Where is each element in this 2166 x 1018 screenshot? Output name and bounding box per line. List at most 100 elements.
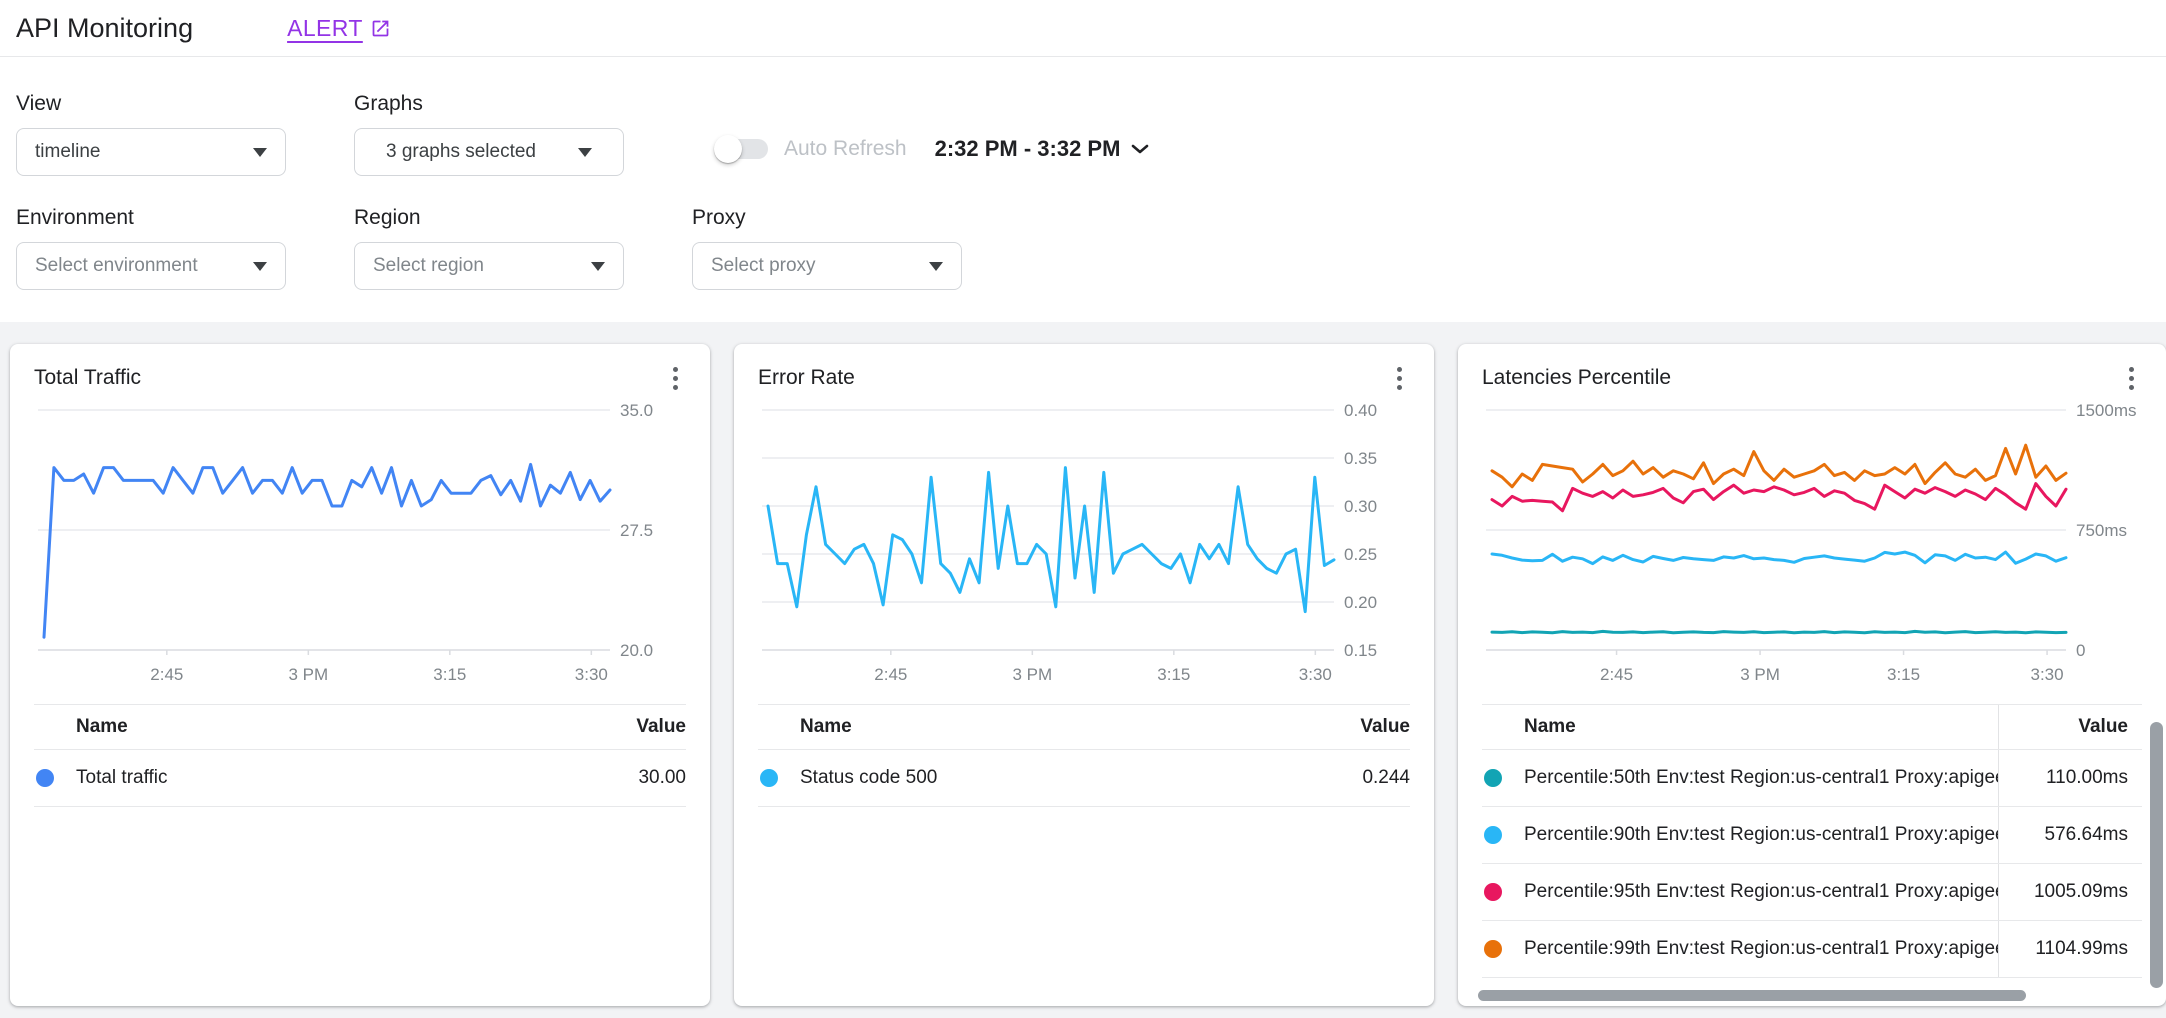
series-color-dot bbox=[1484, 826, 1502, 844]
chart-card-header: Total Traffic bbox=[34, 344, 686, 388]
series-name: Percentile:95th Env:test Region:us-centr… bbox=[1524, 881, 1998, 903]
caret-down-icon bbox=[253, 262, 267, 271]
graphs-select[interactable]: 3 graphs selected bbox=[354, 128, 624, 176]
proxy-label: Proxy bbox=[692, 206, 962, 230]
svg-text:3 PM: 3 PM bbox=[1740, 665, 1780, 684]
legend-table: NameValueStatus code 5000.244 bbox=[758, 704, 1410, 807]
chart-cards-row: Total Traffic35.027.520.02:453 PM3:153:3… bbox=[0, 322, 2166, 1018]
environment-field: Environment Select environment bbox=[16, 206, 286, 290]
svg-text:750ms: 750ms bbox=[2076, 521, 2127, 540]
legend-dot-cell bbox=[1482, 940, 1524, 958]
chart-title: Latencies Percentile bbox=[1482, 366, 1671, 390]
series-value: 110.00ms bbox=[1998, 750, 2142, 806]
series-value: 576.64ms bbox=[1998, 807, 2142, 863]
value-column-header: Value bbox=[1278, 716, 1410, 738]
svg-text:3:30: 3:30 bbox=[1299, 665, 1332, 684]
table-row: Status code 5000.244 bbox=[758, 750, 1410, 807]
legend-dot-cell bbox=[1482, 883, 1524, 901]
refresh-time-group: Auto Refresh 2:32 PM - 3:32 PM bbox=[716, 125, 1149, 173]
series-color-dot bbox=[1484, 883, 1502, 901]
graphs-label: Graphs bbox=[354, 92, 624, 116]
caret-down-icon bbox=[253, 148, 267, 157]
svg-text:3 PM: 3 PM bbox=[1012, 665, 1052, 684]
legend-table-header: NameValue bbox=[758, 704, 1410, 750]
region-select-placeholder: Select region bbox=[373, 255, 484, 277]
caret-down-icon bbox=[578, 148, 592, 157]
app-header: API Monitoring ALERT bbox=[0, 0, 2166, 57]
chart-card-header: Error Rate bbox=[758, 344, 1410, 388]
kebab-menu-button[interactable] bbox=[665, 361, 686, 396]
proxy-select-placeholder: Select proxy bbox=[711, 255, 816, 277]
chart-title: Total Traffic bbox=[34, 366, 141, 390]
chart-card: Error Rate0.400.350.300.250.200.152:453 … bbox=[734, 344, 1434, 1006]
vertical-scrollbar[interactable] bbox=[2150, 722, 2163, 988]
series-value: 0.244 bbox=[1278, 767, 1410, 789]
svg-text:0.40: 0.40 bbox=[1344, 401, 1377, 420]
svg-text:3:30: 3:30 bbox=[575, 665, 608, 684]
value-column-header: Value bbox=[1998, 705, 2142, 749]
legend-table: NameValuePercentile:50th Env:test Region… bbox=[1482, 704, 2142, 978]
series-value: 1005.09ms bbox=[1998, 864, 2142, 920]
legend-dot-cell bbox=[758, 769, 800, 787]
series-value: 1104.99ms bbox=[1998, 921, 2142, 977]
environment-select[interactable]: Select environment bbox=[16, 242, 286, 290]
filter-row-1: View timeline Graphs 3 graphs selected A… bbox=[16, 92, 2150, 176]
line-chart: 35.027.520.02:453 PM3:153:30 bbox=[34, 398, 686, 698]
svg-text:3:15: 3:15 bbox=[1157, 665, 1190, 684]
horizontal-scrollbar[interactable] bbox=[1478, 990, 2026, 1001]
svg-text:27.5: 27.5 bbox=[620, 521, 653, 540]
svg-text:0.20: 0.20 bbox=[1344, 593, 1377, 612]
toggle-knob bbox=[714, 135, 742, 163]
region-select[interactable]: Select region bbox=[354, 242, 624, 290]
table-row: Total traffic30.00 bbox=[34, 750, 686, 807]
series-color-dot bbox=[760, 769, 778, 787]
svg-text:3:30: 3:30 bbox=[2031, 665, 2064, 684]
svg-text:0: 0 bbox=[2076, 641, 2085, 660]
view-select[interactable]: timeline bbox=[16, 128, 286, 176]
table-row: Percentile:90th Env:test Region:us-centr… bbox=[1482, 807, 2142, 864]
series-name: Status code 500 bbox=[800, 767, 1278, 789]
svg-text:3:15: 3:15 bbox=[1887, 665, 1920, 684]
auto-refresh-toggle[interactable] bbox=[716, 139, 768, 159]
region-field: Region Select region bbox=[354, 206, 624, 290]
series-name: Percentile:90th Env:test Region:us-centr… bbox=[1524, 824, 1998, 846]
chart-title: Error Rate bbox=[758, 366, 855, 390]
region-label: Region bbox=[354, 206, 624, 230]
svg-text:0.15: 0.15 bbox=[1344, 641, 1377, 660]
line-chart: 1500ms750ms02:453 PM3:153:30 bbox=[1482, 398, 2142, 698]
caret-down-icon bbox=[929, 262, 943, 271]
alert-link[interactable]: ALERT bbox=[287, 15, 391, 42]
time-range-selector[interactable]: 2:32 PM - 3:32 PM bbox=[935, 136, 1150, 162]
environment-select-placeholder: Select environment bbox=[35, 255, 198, 277]
filter-row-2: Environment Select environment Region Se… bbox=[16, 206, 2150, 290]
environment-label: Environment bbox=[16, 206, 286, 230]
kebab-menu-button[interactable] bbox=[1389, 361, 1410, 396]
svg-text:35.0: 35.0 bbox=[620, 401, 653, 420]
svg-text:3 PM: 3 PM bbox=[288, 665, 328, 684]
svg-text:0.25: 0.25 bbox=[1344, 545, 1377, 564]
table-row: Percentile:99th Env:test Region:us-centr… bbox=[1482, 921, 2142, 978]
legend-dot-cell bbox=[34, 769, 76, 787]
view-select-value: timeline bbox=[35, 141, 100, 163]
svg-text:3:15: 3:15 bbox=[433, 665, 466, 684]
proxy-select[interactable]: Select proxy bbox=[692, 242, 962, 290]
name-column-header: Name bbox=[800, 716, 1278, 738]
series-name: Percentile:99th Env:test Region:us-centr… bbox=[1524, 938, 1998, 960]
series-color-dot bbox=[1484, 940, 1502, 958]
view-label: View bbox=[16, 92, 286, 116]
chart-card-header: Latencies Percentile bbox=[1482, 344, 2142, 388]
graphs-select-value: 3 graphs selected bbox=[386, 141, 536, 163]
kebab-menu-button[interactable] bbox=[2121, 361, 2142, 396]
series-value: 30.00 bbox=[554, 767, 686, 789]
value-column-header: Value bbox=[554, 716, 686, 738]
chart-card: Total Traffic35.027.520.02:453 PM3:153:3… bbox=[10, 344, 710, 1006]
svg-text:2:45: 2:45 bbox=[150, 665, 183, 684]
name-column-header: Name bbox=[76, 716, 554, 738]
legend-dot-cell bbox=[1482, 769, 1524, 787]
external-link-icon bbox=[370, 18, 391, 39]
filter-bar: View timeline Graphs 3 graphs selected A… bbox=[0, 57, 2166, 322]
time-range-value: 2:32 PM - 3:32 PM bbox=[935, 136, 1121, 162]
table-row: Percentile:95th Env:test Region:us-centr… bbox=[1482, 864, 2142, 921]
legend-table: NameValue Total traffic30.00 bbox=[34, 704, 686, 807]
view-field: View timeline bbox=[16, 92, 286, 176]
